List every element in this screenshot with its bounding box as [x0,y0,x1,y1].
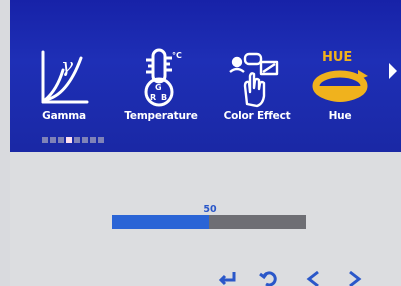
gamma-curve-icon: γ [41,50,89,104]
menu-item-hue[interactable]: HUE Hue [300,48,380,130]
svg-text:G: G [155,83,162,92]
page-dot [90,137,96,143]
svg-text:R: R [150,93,156,102]
page-dot [74,137,80,143]
menu-label-gamma: Gamma [42,110,86,122]
svg-text:HUE: HUE [322,50,352,65]
enter-icon[interactable] [216,270,238,286]
hue-rotate-icon: HUE [312,50,368,102]
hue-value: 50 [203,204,217,215]
hue-slider-fill [112,215,209,229]
svg-text:B: B [161,93,167,102]
page-indicator [42,137,104,143]
menu-item-color-effect[interactable]: Color Effect [217,48,297,130]
page-dot [42,137,48,143]
page-dot [66,137,72,143]
color-effect-hand-icon [229,52,279,108]
page-dot [58,137,64,143]
svg-text:γ: γ [61,53,73,77]
menu-item-temperature[interactable]: °C G R B Temperature [121,48,201,130]
page-dot [98,137,104,143]
chevron-right-icon[interactable] [388,62,398,80]
menu-label-temperature: Temperature [124,110,198,122]
back-icon[interactable] [258,270,278,286]
svg-text:°C: °C [172,51,182,60]
hue-slider[interactable] [112,215,306,229]
left-arrow-icon[interactable] [306,270,320,286]
menu-label-hue: Hue [328,110,352,122]
thermometer-icon: °C G R B [144,48,182,107]
menu-item-gamma[interactable]: γ Gamma [24,48,104,130]
menu-label-color-effect: Color Effect [223,110,291,122]
page-dot [50,137,56,143]
right-arrow-icon[interactable] [348,270,362,286]
page-dot [82,137,88,143]
